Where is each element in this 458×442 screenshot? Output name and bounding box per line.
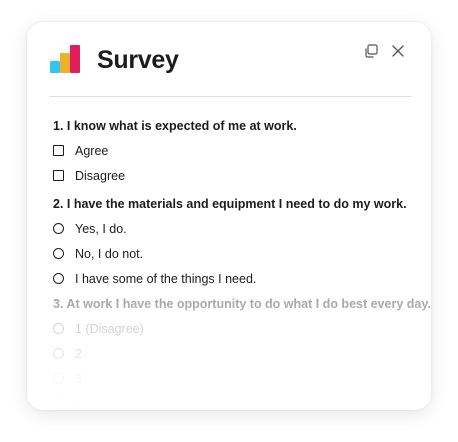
option-2[interactable]: 2 xyxy=(53,341,431,366)
question-title: 2. I have the materials and equipment I … xyxy=(53,197,407,211)
logo-bar-blue xyxy=(50,61,60,73)
question-3: 3. At work I have the opportunity to do … xyxy=(53,292,431,410)
radio-button[interactable] xyxy=(53,248,64,259)
logo-bar-red xyxy=(70,45,80,73)
close-button[interactable] xyxy=(389,42,407,60)
radio-button[interactable] xyxy=(53,373,64,384)
question-2: 2. I have the materials and equipment I … xyxy=(53,192,407,291)
header-divider xyxy=(49,96,411,97)
option-agree[interactable]: Agree xyxy=(53,138,297,163)
option-label: Agree xyxy=(75,143,109,158)
logo-bar-yellow xyxy=(60,53,70,73)
radio-button[interactable] xyxy=(53,323,64,334)
option-label: Disagree xyxy=(75,168,126,183)
radio-button[interactable] xyxy=(53,273,64,284)
survey-header: Survey xyxy=(27,22,431,96)
question-title: 1. I know what is expected of me at work… xyxy=(53,119,297,133)
radio-button[interactable] xyxy=(53,348,64,359)
checkbox[interactable] xyxy=(53,170,64,181)
option-label: No, I do not. xyxy=(75,246,144,261)
option-label: 1 (Disagree) xyxy=(75,321,144,336)
radio-button[interactable] xyxy=(53,398,64,409)
close-icon xyxy=(392,45,404,57)
option-3[interactable]: 3 xyxy=(53,366,431,391)
question-1: 1. I know what is expected of me at work… xyxy=(53,114,297,188)
option-label: I have some of the things I need. xyxy=(75,271,257,286)
copy-button[interactable] xyxy=(362,42,380,60)
option-disagree[interactable]: Disagree xyxy=(53,163,297,188)
copy-icon xyxy=(365,44,378,58)
option-some[interactable]: I have some of the things I need. xyxy=(53,266,407,291)
option-label: Yes, I do. xyxy=(75,221,127,236)
bar-chart-logo-icon xyxy=(50,45,80,73)
survey-card: Survey 1. I know what is expected of me … xyxy=(27,22,431,410)
radio-button[interactable] xyxy=(53,223,64,234)
option-label: 3 xyxy=(75,371,82,386)
option-no[interactable]: No, I do not. xyxy=(53,241,407,266)
question-title: 3. At work I have the opportunity to do … xyxy=(53,297,431,311)
option-4[interactable]: 4 xyxy=(53,391,431,410)
option-yes[interactable]: Yes, I do. xyxy=(53,216,407,241)
option-label: 4 xyxy=(75,396,82,411)
option-1[interactable]: 1 (Disagree) xyxy=(53,316,431,341)
option-label: 2 xyxy=(75,346,82,361)
survey-title: Survey xyxy=(97,46,179,74)
checkbox[interactable] xyxy=(53,145,64,156)
